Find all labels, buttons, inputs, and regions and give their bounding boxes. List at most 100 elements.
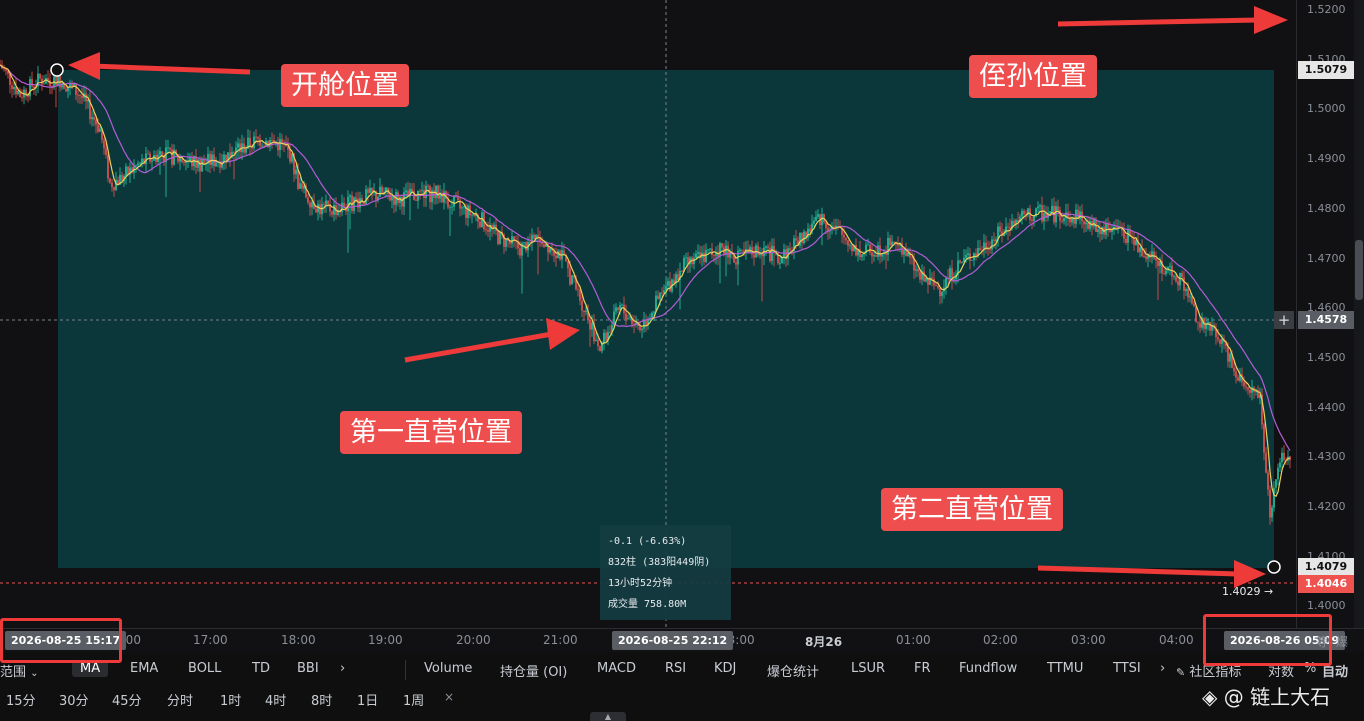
exit-marker[interactable] — [1267, 560, 1281, 574]
interval-45m[interactable]: 45分 — [112, 690, 142, 709]
indicator-ttmu[interactable]: TTMU — [1047, 661, 1083, 676]
indicator-td[interactable]: TD — [252, 661, 270, 676]
candle-body — [577, 289, 579, 291]
indicator-ttsi[interactable]: TTSI — [1113, 661, 1141, 676]
indicator-kdj[interactable]: KDJ — [714, 661, 736, 676]
candle-body — [349, 195, 351, 197]
exit-price-label: 1.4029 → — [1222, 585, 1274, 598]
interval-15m[interactable]: 15分 — [6, 690, 36, 709]
indicator-liquidation[interactable]: 爆仓统计 — [767, 661, 819, 680]
candle-body — [585, 310, 587, 313]
candle-body — [299, 183, 301, 189]
candle-body — [331, 211, 333, 215]
indicator-oi[interactable]: 持仓量 (OI) — [500, 661, 567, 680]
candle-body — [873, 255, 875, 257]
candle-body — [301, 183, 303, 189]
candle-body — [815, 216, 817, 221]
candle-body — [591, 322, 593, 330]
interval-tick[interactable]: 分时 — [167, 690, 193, 709]
price-tick-label: 1.4400 — [1307, 400, 1346, 414]
candle-body — [27, 96, 29, 98]
indicator-bbi[interactable]: BBI — [297, 661, 319, 676]
candle-body — [771, 245, 773, 262]
time-axis[interactable]: 6:00 17:00 18:00 19:00 20:00 21:00 23:00… — [0, 628, 1364, 652]
candle-body — [159, 151, 161, 155]
candle-body — [1267, 472, 1269, 490]
candle-body — [291, 153, 293, 162]
range-selector[interactable]: 范围 ⌄ — [0, 661, 39, 680]
candle-body — [1031, 219, 1033, 221]
time-axis-icon[interactable]: 爆 — [1336, 633, 1348, 650]
candle-body — [1177, 281, 1179, 286]
candle-body — [995, 239, 997, 242]
candle-body — [695, 253, 697, 258]
candle-body — [719, 243, 721, 257]
candle-body — [473, 214, 475, 216]
more-main-indicators[interactable]: › — [340, 661, 345, 676]
candle-body — [917, 269, 919, 272]
candle-body — [1207, 321, 1209, 324]
indicator-fundflow[interactable]: Fundflow — [959, 661, 1017, 676]
candle-body — [5, 69, 7, 71]
candle-body — [803, 231, 805, 243]
more-sub-indicators[interactable]: › — [1160, 661, 1165, 676]
range-label: 范围 — [0, 665, 27, 680]
price-axis[interactable]: 1.5200 1.5100 1.5000 1.4900 1.4800 1.4700 1.46… — [1296, 0, 1354, 628]
panel-resize-handle[interactable]: ▲ — [590, 712, 626, 721]
candle-body — [825, 222, 827, 228]
indicator-boll[interactable]: BOLL — [188, 661, 221, 676]
interval-1d[interactable]: 1日 — [357, 690, 378, 709]
scrollbar-thumb[interactable] — [1355, 240, 1363, 300]
candle-body — [1263, 424, 1265, 453]
candle-body — [939, 288, 941, 297]
candle-body — [961, 261, 963, 263]
candle-body — [735, 262, 737, 265]
candle-body — [867, 244, 869, 246]
interval-1h[interactable]: 1时 — [220, 690, 241, 709]
candle-body — [667, 281, 669, 286]
indicator-lsur[interactable]: LSUR — [851, 661, 885, 676]
interval-30m[interactable]: 30分 — [59, 690, 89, 709]
interval-bar: 15分 30分 45分 分时 1时 4时 8时 1日 1周 × — [0, 686, 1364, 712]
candle-body — [319, 204, 321, 215]
candle-body — [519, 248, 521, 256]
candle-body — [1057, 206, 1059, 210]
entry-marker[interactable] — [50, 63, 64, 77]
candle-body — [653, 311, 655, 313]
interval-8h[interactable]: 8时 — [311, 690, 332, 709]
indicator-ema[interactable]: EMA — [130, 661, 158, 676]
candle-body — [851, 245, 853, 252]
candle-body — [487, 230, 489, 232]
indicator-rsi[interactable]: RSI — [665, 661, 686, 676]
interval-1w[interactable]: 1周 — [403, 690, 424, 709]
candle-body — [1219, 339, 1221, 344]
candle-body — [437, 185, 439, 199]
close-icon[interactable]: × — [444, 690, 454, 704]
candle-body — [703, 252, 705, 262]
indicator-bar: 范围 ⌄ MA EMA BOLL TD BBI › Volume 持仓量 (OI… — [0, 656, 1364, 684]
candle-body — [1089, 221, 1091, 229]
candle-body — [891, 241, 893, 246]
candle-body — [75, 83, 77, 95]
candle-body — [237, 143, 239, 148]
candle-body — [861, 254, 863, 258]
indicator-fr[interactable]: FR — [914, 661, 931, 676]
candle-body — [881, 254, 883, 257]
candle-body — [579, 290, 581, 301]
indicator-volume[interactable]: Volume — [424, 661, 472, 676]
candle-body — [597, 339, 599, 347]
interval-4h[interactable]: 4时 — [265, 690, 286, 709]
candle-body — [107, 154, 109, 179]
indicator-macd[interactable]: MACD — [597, 661, 636, 676]
candle-body — [697, 252, 699, 254]
tooltip-duration: 13小时52分钟 — [608, 578, 673, 589]
vertical-scrollbar[interactable] — [1354, 0, 1364, 628]
crosshair-plus-icon[interactable]: + — [1274, 311, 1294, 329]
candle-body — [1111, 230, 1113, 232]
chevron-up-icon: ▲ — [604, 712, 612, 721]
candle-body — [1277, 467, 1279, 480]
candle-body — [93, 117, 95, 120]
candle-body — [201, 159, 203, 172]
candle-body — [1245, 386, 1247, 388]
candle-body — [181, 158, 183, 163]
